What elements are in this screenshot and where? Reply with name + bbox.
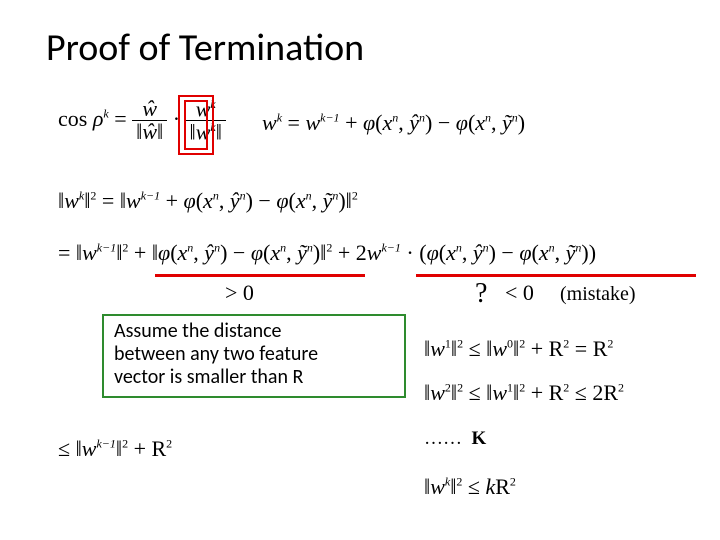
slide-title: Proof of Termination bbox=[46, 25, 364, 71]
underline-term-1 bbox=[155, 274, 365, 277]
inequality-step-2: ‖w2‖2 ≤ ‖w1‖2 + R2 ≤ 2R2 bbox=[424, 380, 624, 406]
eq-norm-expansion-1: ‖wk‖2 = ‖wk−1 + φ(xn, ŷn) − φ(xn, ỹn)‖2 bbox=[58, 188, 358, 214]
annotation-lt-zero: < 0 bbox=[505, 280, 534, 306]
annotation-mistake: (mistake) bbox=[560, 283, 636, 306]
eq-w-update: wk = wk−1 + φ(xn, ŷn) − φ(xn, ỹn) bbox=[262, 110, 525, 136]
slide: Proof of Termination cos ρk = ŵ‖ŵ‖ · wk‖… bbox=[0, 0, 720, 540]
assumption-line-2: between any two feature bbox=[114, 342, 318, 366]
assumption-line-3: vector is smaller than R bbox=[114, 365, 303, 389]
eq-norm-expansion-2: = ‖wk−1‖2 + ‖φ(xn, ŷn) − φ(xn, ỹn)‖2 + 2… bbox=[58, 240, 596, 266]
eq-leq-bound: ≤ ‖wk−1‖2 + R2 bbox=[58, 436, 172, 462]
ellipsis-k: …… K bbox=[424, 428, 486, 450]
inequality-step-k: ‖wk‖2 ≤ kR2 bbox=[424, 474, 516, 500]
annotation-gt-zero: > 0 bbox=[225, 280, 254, 306]
inequality-step-1: ‖w1‖2 ≤ ‖w0‖2 + R2 = R2 bbox=[424, 336, 613, 362]
highlight-box-inner bbox=[184, 100, 208, 150]
underline-term-2 bbox=[416, 274, 696, 277]
assumption-box: Assume the distance between any two feat… bbox=[102, 314, 406, 398]
assumption-line-1: Assume the distance bbox=[114, 319, 282, 343]
annotation-question-mark: ? bbox=[475, 278, 487, 310]
